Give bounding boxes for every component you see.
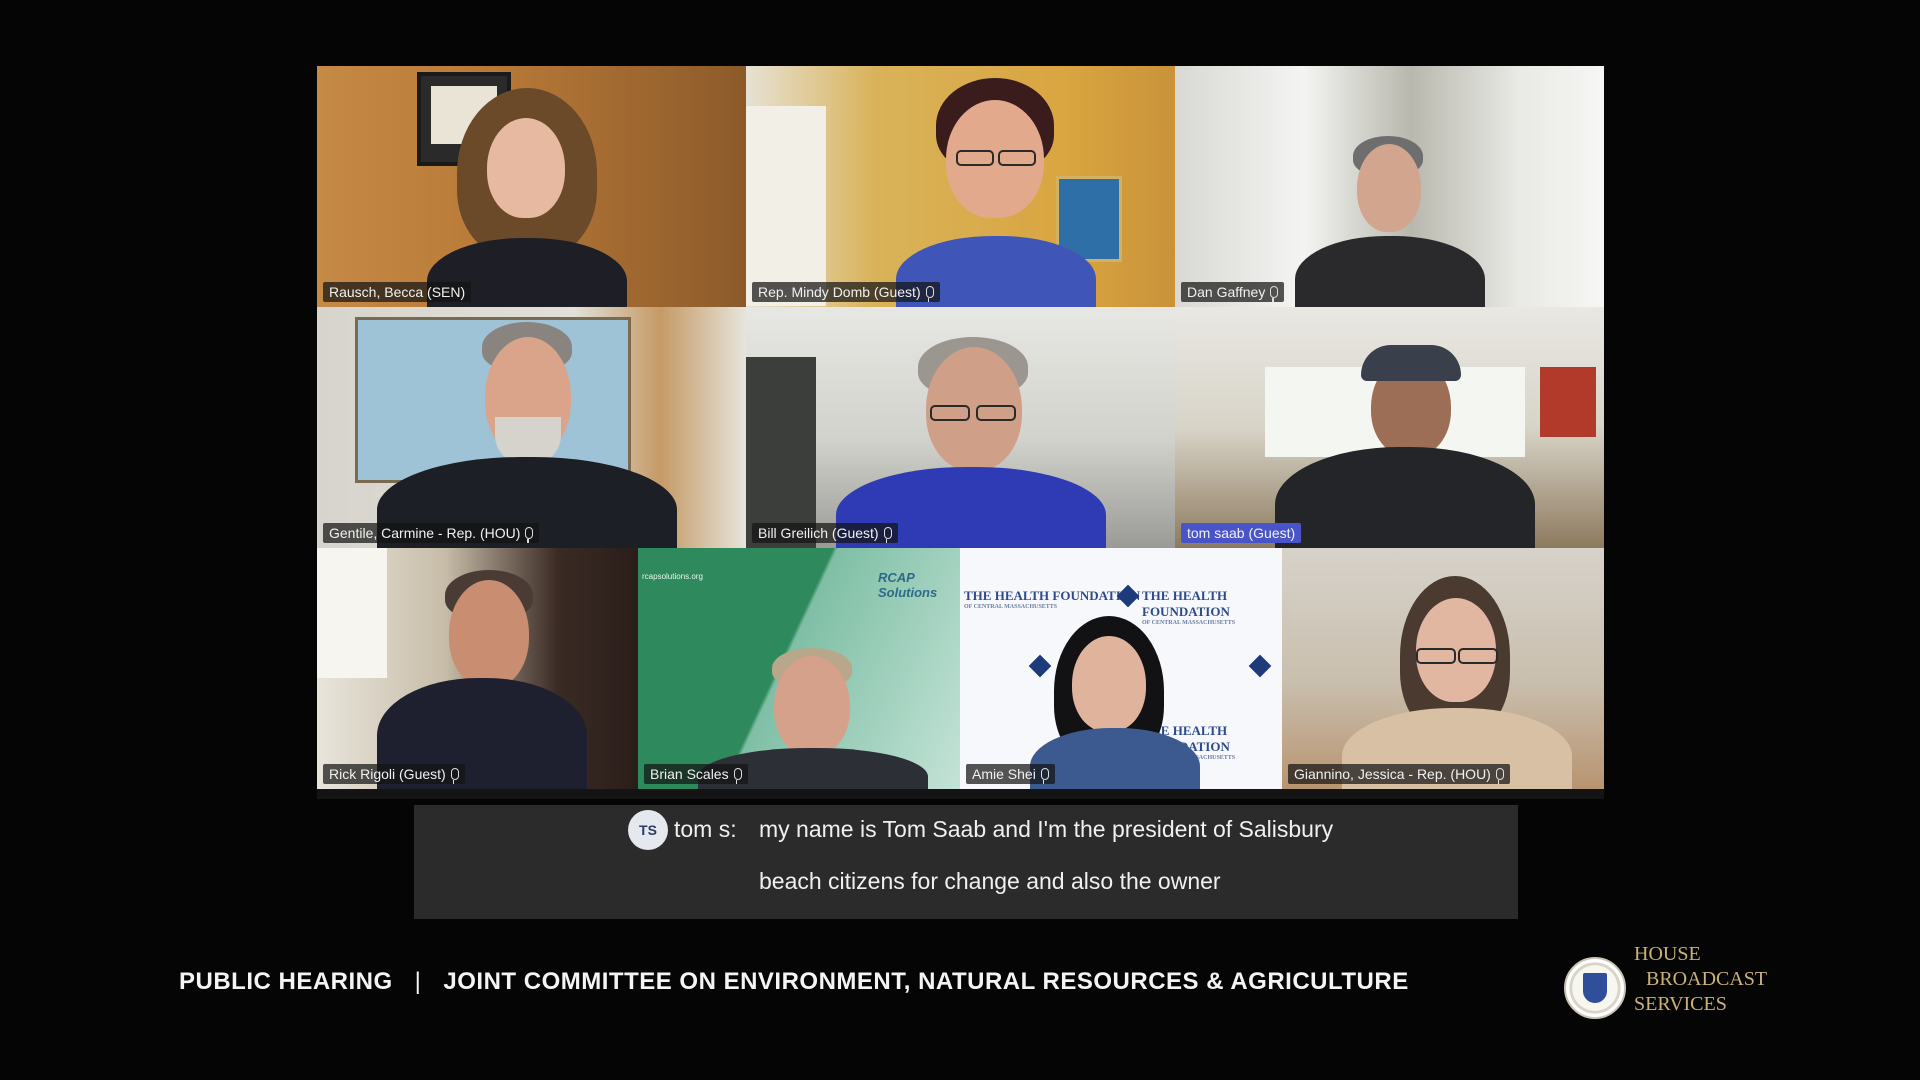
window-frame xyxy=(746,357,816,548)
participant-nametag: Giannino, Jessica - Rep. (HOU) xyxy=(1288,764,1510,784)
participant-nametag: Amie Shei xyxy=(966,764,1055,784)
glasses xyxy=(1416,648,1456,664)
rcap-url: rcapsolutions.org xyxy=(642,572,703,581)
glasses xyxy=(1458,648,1498,664)
glasses xyxy=(956,150,994,166)
caption-speaker: tom s: xyxy=(674,816,737,842)
foundation-subtitle: OF CENTRAL MASSACHUSETTS xyxy=(1142,620,1236,626)
mic-icon xyxy=(525,527,534,543)
participant-nametag: Brian Scales xyxy=(644,764,748,784)
caption-line-1: my name is Tom Saab and I'm the presiden… xyxy=(759,816,1334,842)
video-grid: Rausch, Becca (SEN) Rep. Mindy Domb (Gue… xyxy=(317,66,1604,799)
mic-icon xyxy=(883,527,892,543)
participant-nametag: Rep. Mindy Domb (Guest) xyxy=(752,282,940,302)
mic-icon xyxy=(1270,286,1279,302)
video-tile-saab[interactable]: tom saab (Guest) xyxy=(1175,307,1604,548)
foundation-subtitle: OF CENTRAL MASSACHUSETTS xyxy=(964,604,1058,610)
mic-icon xyxy=(450,768,459,784)
participant-nametag: tom saab (Guest) xyxy=(1181,523,1302,543)
glasses xyxy=(976,405,1016,421)
video-tile-rausch[interactable]: Rausch, Becca (SEN) xyxy=(317,66,746,307)
mic-icon xyxy=(733,768,742,784)
video-tile-greilich[interactable]: Bill Greilich (Guest) xyxy=(746,307,1175,548)
broadcast-logo: HOUSE BROADCAST SERVICES xyxy=(1634,942,1767,1017)
committee-name: JOINT COMMITTEE ON ENVIRONMENT, NATURAL … xyxy=(443,968,1409,995)
brand-line-2: BROADCAST xyxy=(1646,968,1768,990)
brand-line-1: HOUSE xyxy=(1634,943,1701,965)
foundation-logo: THE HEALTH FOUNDATIONOF CENTRAL MASSACHU… xyxy=(964,588,1141,610)
brand-line-3: SERVICES xyxy=(1634,993,1727,1015)
video-tile-giannino[interactable]: Giannino, Jessica - Rep. (HOU) xyxy=(1282,548,1604,789)
video-tile-gentile[interactable]: Gentile, Carmine - Rep. (HOU) xyxy=(317,307,746,548)
glasses xyxy=(998,150,1036,166)
participant-nametag: Rick Rigoli (Guest) xyxy=(323,764,465,784)
video-tile-domb[interactable]: Rep. Mindy Domb (Guest) xyxy=(746,66,1175,307)
glasses xyxy=(930,405,970,421)
state-seal-icon xyxy=(1564,957,1626,1019)
banner-separator: | xyxy=(414,968,422,995)
foundation-logo: THE HEALTH FOUNDATIONOF CENTRAL MASSACHU… xyxy=(1142,588,1282,626)
event-type: PUBLIC HEARING xyxy=(179,968,393,995)
speaker-avatar: TS xyxy=(628,810,668,850)
video-tile-shei[interactable]: THE HEALTH FOUNDATION OF CENTRAL MASSACHU… xyxy=(960,548,1282,789)
participant-nametag: Bill Greilich (Guest) xyxy=(752,523,898,543)
participant-nametag: Rausch, Becca (SEN) xyxy=(323,282,472,302)
rcap-logo: RCAP Solutions xyxy=(878,570,938,600)
lower-third-banner: PUBLIC HEARING | JOINT COMMITTEE ON ENVIRO… xyxy=(179,968,1409,996)
participant-nametag: Dan Gaffney xyxy=(1181,282,1285,302)
doorway xyxy=(746,106,826,306)
window-light xyxy=(317,548,387,678)
cap xyxy=(1361,345,1461,381)
mic-icon xyxy=(1040,768,1049,784)
video-tile-gaffney[interactable]: Dan Gaffney xyxy=(1175,66,1604,307)
mic-icon xyxy=(1495,768,1504,784)
mic-icon xyxy=(925,286,934,302)
video-tile-scales[interactable]: rcapsolutions.org RCAP Solutions Brian S… xyxy=(638,548,960,789)
live-caption-panel: TS tom s: my name is Tom Saab and I'm th… xyxy=(414,805,1518,919)
participant-nametag: Gentile, Carmine - Rep. (HOU) xyxy=(323,523,540,543)
wall-poster xyxy=(1540,367,1596,437)
caption-line-2: beach citizens for change and also the o… xyxy=(759,868,1221,894)
video-tile-rigoli[interactable]: Rick Rigoli (Guest) xyxy=(317,548,638,789)
